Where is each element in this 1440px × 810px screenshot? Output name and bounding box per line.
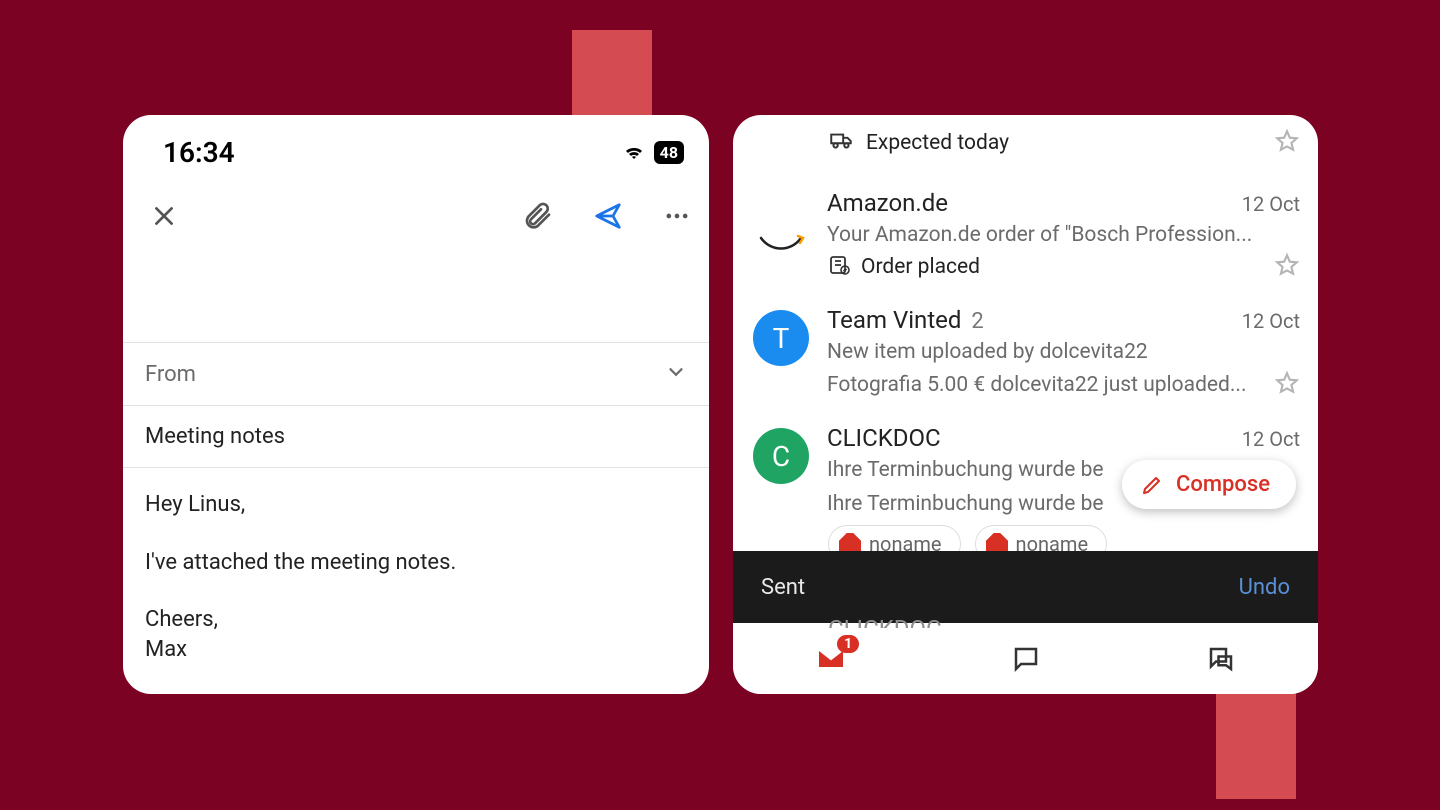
- subject-text: Meeting notes: [145, 424, 285, 449]
- more-button[interactable]: [663, 202, 691, 230]
- nav-spaces[interactable]: [1206, 644, 1236, 678]
- status-indicators: 48: [622, 139, 684, 167]
- more-icon: [663, 202, 691, 230]
- chevron-down-icon: [665, 361, 687, 387]
- star-button[interactable]: [1274, 128, 1300, 158]
- mail-snippet: Fotografia 5.00 € dolcevita22 just uploa…: [827, 370, 1247, 400]
- pencil-icon: [1140, 473, 1164, 497]
- bottom-nav: 1: [733, 628, 1318, 694]
- from-row[interactable]: From: [123, 342, 709, 405]
- order-icon: [827, 252, 851, 282]
- subject-row[interactable]: Meeting notes: [123, 405, 709, 467]
- body-name: Max: [145, 637, 187, 662]
- mail-badge: 1: [837, 635, 859, 653]
- sender-name: Amazon.de: [827, 189, 948, 217]
- mail-date: 12 Oct: [1242, 309, 1300, 333]
- snackbar-text: Sent: [761, 575, 805, 600]
- star-button[interactable]: [1274, 370, 1300, 400]
- inbox-screen: Expected today Amazon.de 12 Oct Your Ama…: [733, 115, 1318, 694]
- compose-screen: 16:34 48 From M: [123, 115, 709, 694]
- mail-date: 12 Oct: [1242, 192, 1300, 216]
- send-icon: [593, 201, 623, 231]
- mail-item-vinted[interactable]: T Team Vinted 2 12 Oct New item uploaded…: [733, 294, 1318, 412]
- compose-toolbar: [123, 175, 709, 262]
- avatar: C: [753, 428, 809, 484]
- amazon-logo-icon: [753, 193, 809, 294]
- sender-name: Team Vinted: [827, 306, 961, 334]
- compose-button[interactable]: Compose: [1122, 460, 1296, 509]
- status-bar: 16:34 48: [123, 115, 709, 175]
- body-signoff: Cheers,: [145, 607, 218, 632]
- snackbar: Sent Undo: [733, 551, 1318, 623]
- mail-date: 12 Oct: [1242, 427, 1300, 451]
- body-greeting: Hey Linus,: [145, 490, 687, 520]
- truck-icon: [828, 127, 854, 159]
- nav-mail[interactable]: 1: [815, 643, 847, 679]
- paperclip-icon: [521, 200, 553, 232]
- attach-button[interactable]: [521, 200, 553, 232]
- mail-snippet: Your Amazon.de order of "Bosch Professio…: [827, 220, 1300, 250]
- nav-chat[interactable]: [1011, 644, 1041, 678]
- send-button[interactable]: [593, 201, 623, 231]
- undo-button[interactable]: Undo: [1239, 575, 1290, 600]
- close-icon: [151, 203, 177, 229]
- compose-body[interactable]: Hey Linus, I've attached the meeting not…: [123, 467, 709, 665]
- order-status-text: Order placed: [861, 255, 980, 279]
- first-item-meta: Expected today: [733, 115, 1318, 177]
- avatar: T: [753, 310, 809, 366]
- from-label: From: [145, 362, 196, 387]
- battery-level: 48: [654, 141, 684, 164]
- mail-snippet: New item uploaded by dolcevita22: [827, 337, 1300, 367]
- status-time: 16:34: [163, 136, 235, 169]
- spaces-icon: [1206, 644, 1236, 674]
- body-text: I've attached the meeting notes.: [145, 548, 687, 578]
- star-button[interactable]: [1274, 252, 1300, 282]
- sender-name: CLICKDOC: [827, 424, 941, 452]
- wifi-icon: [622, 139, 646, 167]
- thread-count: 2: [971, 309, 983, 334]
- mail-item-amazon[interactable]: Amazon.de 12 Oct Your Amazon.de order of…: [733, 177, 1318, 294]
- close-button[interactable]: [151, 203, 177, 229]
- expected-today-text: Expected today: [866, 131, 1009, 155]
- chat-icon: [1011, 644, 1041, 674]
